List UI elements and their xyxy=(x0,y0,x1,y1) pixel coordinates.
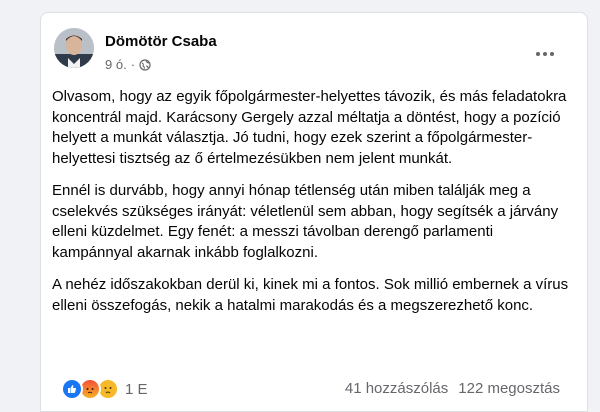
comments-count[interactable]: 41 hozzászólás xyxy=(345,380,448,397)
reaction-count: 1 E xyxy=(125,380,148,398)
more-dot-icon xyxy=(550,52,554,56)
avatar[interactable] xyxy=(54,28,94,68)
post-text: Olvasom, hogy az egyik főpolgármester-he… xyxy=(52,87,572,328)
post-time[interactable]: 9 ó. xyxy=(105,57,127,72)
profile-photo xyxy=(54,28,94,68)
reactions-summary[interactable]: 1 E xyxy=(61,378,148,400)
more-dot-icon xyxy=(543,52,547,56)
separator-dot: · xyxy=(130,57,136,72)
author-name[interactable]: Dömötör Csaba xyxy=(105,33,217,50)
globe-icon[interactable] xyxy=(139,58,151,71)
post-paragraph: Olvasom, hogy az egyik főpolgármester-he… xyxy=(52,88,567,167)
post-paragraph: A nehéz időszakokban derül ki, kinek mi … xyxy=(52,276,569,314)
more-options-button[interactable] xyxy=(531,47,559,61)
post-card: Dömötör Csaba 9 ó. · Olvasom, hogy az eg… xyxy=(40,12,588,412)
post-stats: 41 hozzászólás 122 megosztás xyxy=(345,380,560,397)
shares-count[interactable]: 122 megosztás xyxy=(458,380,560,397)
post-paragraph: Ennél is durvább, hogy annyi hónap tétle… xyxy=(52,182,559,261)
post-meta: 9 ó. · xyxy=(105,57,151,72)
more-dot-icon xyxy=(536,52,540,56)
like-icon xyxy=(61,378,83,400)
